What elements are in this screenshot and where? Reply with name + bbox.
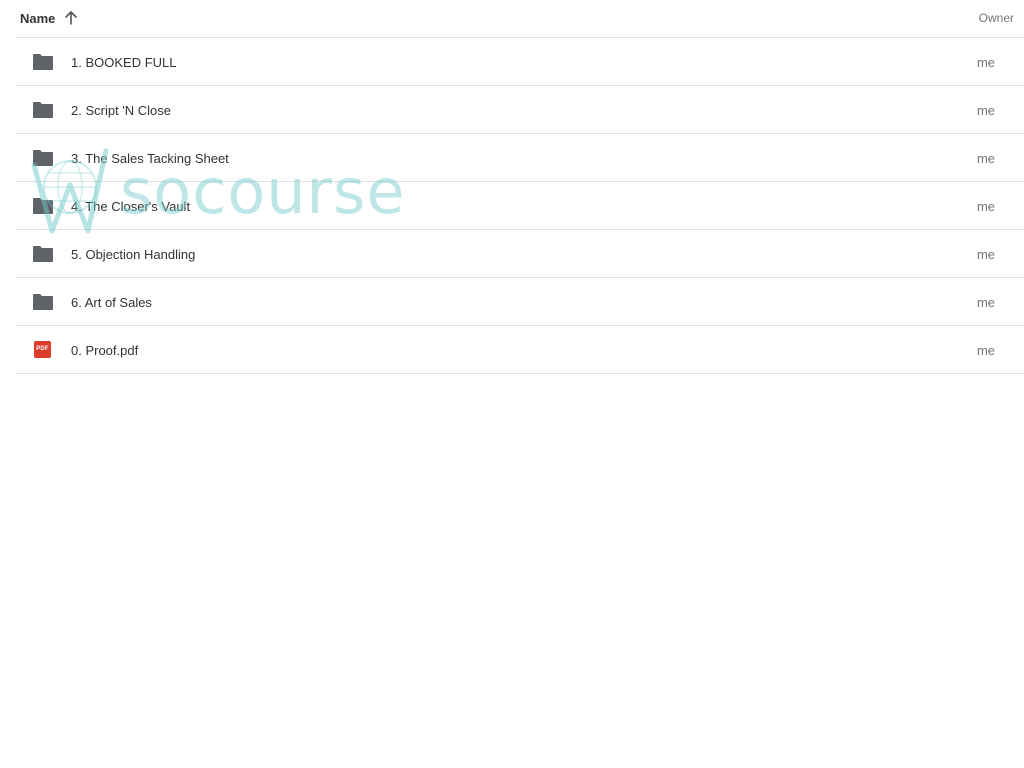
table-row[interactable]: 5. Objection Handling me xyxy=(16,230,1024,278)
list-header: Name Owner xyxy=(16,0,1024,38)
file-name: 0. Proof.pdf xyxy=(71,343,139,358)
folder-icon xyxy=(32,293,54,311)
folder-icon xyxy=(32,101,54,119)
file-owner: me xyxy=(976,247,995,262)
pdf-icon: PDF xyxy=(34,341,51,358)
table-row[interactable]: 1. BOOKED FULL me xyxy=(16,38,1024,86)
file-name: 5. Objection Handling xyxy=(71,247,196,262)
sort-by-name-button[interactable]: Name xyxy=(20,10,79,26)
file-owner: me xyxy=(976,295,995,310)
folder-icon xyxy=(32,149,54,167)
arrow-up-icon[interactable] xyxy=(63,10,79,26)
file-owner: me xyxy=(976,343,995,358)
file-owner: me xyxy=(976,55,995,70)
table-row[interactable]: 6. Art of Sales me xyxy=(16,278,1024,326)
file-name: 2. Script 'N Close xyxy=(71,103,172,118)
file-name: 1. BOOKED FULL xyxy=(71,55,177,70)
file-owner: me xyxy=(976,199,995,214)
file-name: 6. Art of Sales xyxy=(71,295,152,310)
folder-icon xyxy=(32,245,54,263)
file-owner: me xyxy=(976,103,995,118)
file-owner: me xyxy=(976,151,995,166)
file-name: 3. The Sales Tacking Sheet xyxy=(71,151,229,166)
table-row[interactable]: 3. The Sales Tacking Sheet me xyxy=(16,134,1024,182)
table-row[interactable]: 2. Script 'N Close me xyxy=(16,86,1024,134)
owner-column-header[interactable]: Owner xyxy=(979,11,1014,25)
table-row[interactable]: PDF 0. Proof.pdf me xyxy=(16,326,1024,374)
table-row[interactable]: 4. The Closer's Vault me xyxy=(16,182,1024,230)
name-column-header: Name xyxy=(20,10,56,26)
file-list: Name Owner 1. BOOKED FULL me 2. Script '… xyxy=(16,0,1024,374)
file-name: 4. The Closer's Vault xyxy=(71,199,191,214)
folder-icon xyxy=(32,53,54,71)
folder-icon xyxy=(32,197,54,215)
